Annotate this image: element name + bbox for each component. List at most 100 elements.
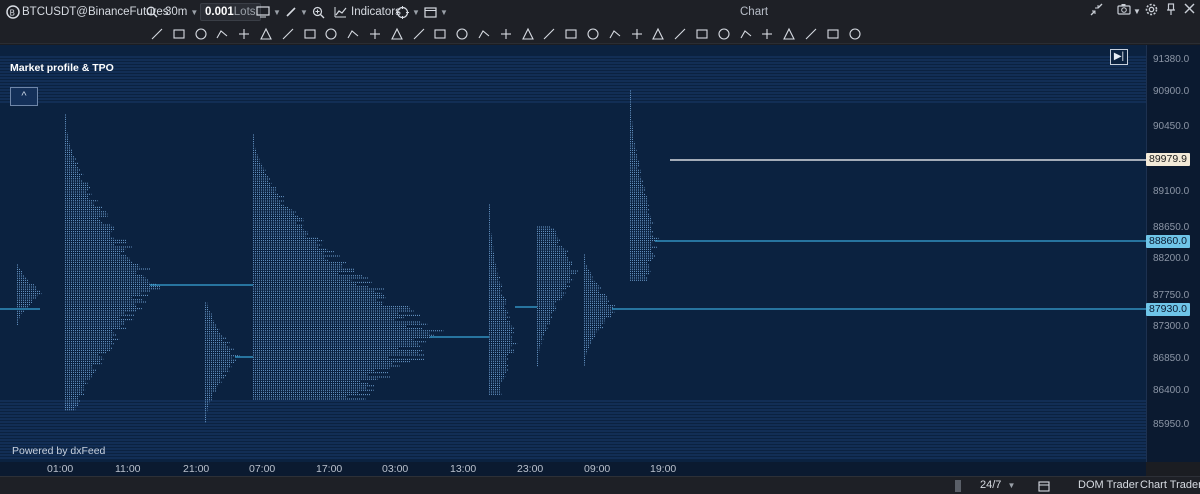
- eraser-icon[interactable]: [848, 27, 862, 41]
- gear-icon[interactable]: [1145, 3, 1158, 19]
- instrument-icon: B: [6, 2, 20, 22]
- collapse-panel-button[interactable]: ^: [10, 87, 38, 106]
- chart-type-button[interactable]: ▼: [256, 2, 281, 22]
- time-axis[interactable]: 01:00 11:00 21:00 07:00 17:00 03:00 13:00 23:00…: [0, 462, 1146, 476]
- market-profile-chart: [0, 45, 1146, 462]
- price-tick-label: 88200.0: [1153, 253, 1189, 264]
- monitor-icon: [256, 6, 270, 18]
- dot-icon[interactable]: [673, 27, 687, 41]
- pointer-icon[interactable]: [150, 27, 164, 41]
- layout-button[interactable]: ▼: [424, 2, 448, 22]
- price-axis[interactable]: 91380.090900.090450.089950.089100.088650…: [1146, 45, 1200, 462]
- time-tick-label: 23:00: [517, 463, 543, 475]
- templates-button[interactable]: ▼: [396, 2, 420, 22]
- chevron-down-icon: ▼: [412, 8, 420, 17]
- chart-line-icon: [334, 6, 347, 18]
- calendar-icon[interactable]: [1038, 480, 1050, 494]
- line-icon[interactable]: [172, 27, 186, 41]
- window-title: Chart: [740, 2, 768, 22]
- indicator-name: Market profile & TPO: [10, 62, 114, 74]
- svg-text:B: B: [10, 9, 16, 18]
- chevron-down-icon[interactable]: ▼: [1133, 7, 1141, 16]
- price-tick-label: 86400.0: [1153, 385, 1189, 396]
- pin-icon[interactable]: [1166, 3, 1176, 19]
- zoom-in-button[interactable]: [312, 2, 325, 22]
- chevron-down-icon: ▼: [273, 8, 281, 17]
- scrollbar-handle[interactable]: [955, 480, 961, 492]
- timeframe-selector[interactable]: 30m ▼: [165, 2, 198, 22]
- price-tick-label: 89100.0: [1153, 186, 1189, 197]
- quantity-unit: Lots: [234, 4, 256, 20]
- chevron-down-icon: ▼: [1007, 481, 1015, 490]
- collapse-arrows-icon[interactable]: [1090, 3, 1103, 19]
- elliott-wave-icon[interactable]: [804, 27, 818, 41]
- circle-icon[interactable]: [455, 27, 469, 41]
- chart-trader-button[interactable]: Chart Trader: [1140, 479, 1200, 491]
- chart-plot-area[interactable]: Market profile & TPO ^ Powered by dxFeed…: [0, 45, 1146, 462]
- quantity-field[interactable]: 0.001 Lots: [200, 3, 261, 21]
- pitchfork-icon[interactable]: [324, 27, 338, 41]
- zoom-in-icon: [312, 6, 325, 19]
- gann-fan-icon[interactable]: [346, 27, 360, 41]
- time-tick-label: 17:00: [316, 463, 342, 475]
- quantity-value: 0.001: [205, 4, 234, 20]
- square-icon[interactable]: [717, 27, 731, 41]
- triangle-icon[interactable]: [521, 27, 535, 41]
- note-icon[interactable]: [651, 27, 665, 41]
- fibonacci-icon[interactable]: [390, 27, 404, 41]
- top-toolbar: B BTCUSDT@BinanceFutures 30m ▼ 0.001 Lots…: [0, 0, 1200, 24]
- diamond-icon[interactable]: [695, 27, 709, 41]
- status-bar: 24/7 ▼ DOM Trader Chart Trader: [0, 476, 1200, 494]
- time-tick-label: 01:00: [47, 463, 73, 475]
- channel-icon[interactable]: [477, 27, 491, 41]
- callout-icon[interactable]: [608, 27, 622, 41]
- arrow-down-icon[interactable]: [760, 27, 774, 41]
- session-selector[interactable]: 24/7 ▼: [980, 479, 1015, 491]
- long-position-icon[interactable]: [564, 27, 578, 41]
- poc-lower-price-tag: 87930.0: [1146, 303, 1190, 316]
- time-tick-label: 19:00: [650, 463, 676, 475]
- horizontal-line-icon[interactable]: [237, 27, 251, 41]
- dom-trader-button[interactable]: DOM Trader: [1078, 479, 1139, 491]
- scroll-to-end-button[interactable]: ▶|: [1110, 49, 1128, 65]
- arrow-icon[interactable]: [281, 27, 295, 41]
- flag-icon[interactable]: [782, 27, 796, 41]
- fib-fan-icon[interactable]: [412, 27, 426, 41]
- pencil-icon: [285, 6, 297, 18]
- indicators-button[interactable]: Indicators: [334, 2, 401, 22]
- angle-icon[interactable]: [194, 27, 208, 41]
- draw-tool-button[interactable]: ▼: [285, 2, 308, 22]
- indicators-label: Indicators: [351, 6, 401, 18]
- price-tick-label: 90900.0: [1153, 86, 1189, 97]
- time-tick-label: 03:00: [382, 463, 408, 475]
- vertical-line-icon[interactable]: [303, 27, 317, 41]
- elliott-abc-icon[interactable]: [826, 27, 840, 41]
- ellipse-tool-icon[interactable]: [368, 27, 382, 41]
- price-label-icon[interactable]: [630, 27, 644, 41]
- price-tick-label: 87750.0: [1153, 290, 1189, 301]
- regression-icon[interactable]: [542, 27, 556, 41]
- camera-icon[interactable]: [1117, 3, 1131, 18]
- time-tick-label: 07:00: [249, 463, 275, 475]
- rectangle-icon[interactable]: [433, 27, 447, 41]
- bars-pattern-icon[interactable]: [499, 27, 513, 41]
- price-tick-label: 88650.0: [1153, 222, 1189, 233]
- time-tick-label: 21:00: [183, 463, 209, 475]
- close-icon[interactable]: [1184, 3, 1195, 17]
- arrow-up-icon[interactable]: [739, 27, 753, 41]
- session-label: 24/7: [980, 479, 1001, 491]
- timeframe-label: 30m: [165, 6, 187, 18]
- symbol-search-icon[interactable]: [146, 2, 158, 22]
- ray-icon[interactable]: [215, 27, 229, 41]
- price-tick-label: 91380.0: [1153, 54, 1189, 65]
- cross-icon[interactable]: [259, 27, 273, 41]
- time-tick-label: 11:00: [115, 463, 141, 475]
- chevron-down-icon: ▼: [440, 8, 448, 17]
- chevron-down-icon: ▼: [300, 8, 308, 17]
- window-icon: [424, 7, 437, 18]
- time-tick-label: 09:00: [584, 463, 610, 475]
- text-icon[interactable]: [586, 27, 600, 41]
- poc-upper-price-tag: 88860.0: [1146, 235, 1190, 248]
- price-tick-label: 86850.0: [1153, 353, 1189, 364]
- crosshair-circle-icon: [396, 6, 409, 19]
